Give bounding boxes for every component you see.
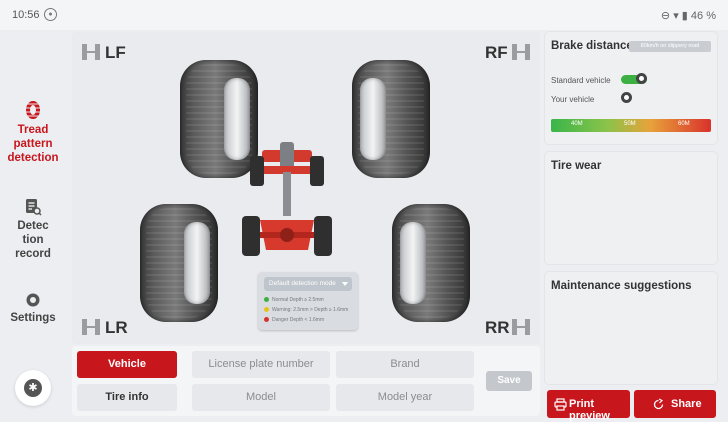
clock: 10:56 (12, 9, 40, 21)
red-dot-icon (264, 317, 269, 323)
sidebar-item-label: Detec tion record (15, 220, 51, 260)
tire-rr[interactable] (392, 204, 470, 322)
model-field[interactable]: Model (192, 384, 330, 411)
sidebar-item-settings[interactable]: Settings (0, 292, 66, 325)
status-bar: 10:56 ● ⊖ ▾ ▮ 46 % (0, 0, 728, 30)
battery-level: 46 % (690, 10, 716, 22)
share-button[interactable]: Share (634, 390, 716, 418)
record-icon (26, 199, 42, 216)
sidebar: Tread pattern detection Detec tion recor… (0, 30, 66, 421)
model-year-field[interactable]: Model year (336, 384, 474, 411)
wheel-label-lf: LF (105, 43, 126, 62)
sidebar-item-detection-record[interactable]: Detec tion record (0, 198, 66, 261)
tab-tire-info[interactable]: Tire info (77, 384, 177, 411)
detection-mode-select[interactable]: Default detection mode (264, 277, 352, 291)
status-icons: ⊖ ▾ ▮ 46 % (661, 9, 716, 22)
chassis-illustration (242, 142, 332, 256)
tire-lr[interactable] (140, 204, 218, 322)
vehicle-info-bar: Vehicle information Tire info License pl… (72, 346, 540, 416)
tab-vehicle-information[interactable]: Vehicle information (77, 351, 177, 397)
brake-distance-scale: 40M 50M 60M (551, 119, 711, 132)
print-preview-button[interactable]: Print preview (547, 390, 630, 422)
scale-40m: 40M (571, 121, 583, 127)
yellow-dot-icon (264, 307, 269, 313)
save-button[interactable]: Save (486, 371, 532, 391)
your-vehicle-toggle[interactable] (621, 92, 647, 103)
scale-50m: 50M (624, 121, 636, 127)
green-dot-icon (264, 297, 269, 303)
bluetooth-icon: ✱ (24, 379, 42, 397)
license-plate-field[interactable]: License plate number (192, 351, 330, 378)
wheel-icon-rf (512, 44, 530, 60)
tire-rf[interactable] (352, 60, 430, 178)
standard-vehicle-toggle[interactable] (621, 73, 647, 84)
wheel-label-lr: LR (105, 318, 128, 337)
wheel-icon-rr (512, 319, 530, 335)
scale-60m: 60M (678, 121, 690, 127)
brake-distance-panel: Brake distance 80km/h on slippery road S… (545, 32, 717, 144)
maintenance-title: Maintenance suggestions (551, 280, 692, 292)
dnd-icon: ⊖ (660, 10, 671, 22)
vehicle-stage: LF RF LR RR Default detection mode Norma… (72, 32, 540, 344)
gear-icon (26, 293, 40, 307)
bluetooth-button[interactable]: ✱ (15, 370, 51, 406)
print-preview-label: Print preview (569, 398, 610, 422)
sidebar-item-tread-detection[interactable]: Tread pattern detection (0, 100, 66, 165)
tire-icon (26, 101, 40, 119)
printer-icon (554, 398, 567, 411)
wheel-icon-lf (82, 44, 100, 60)
notification-icon: ● (44, 8, 57, 21)
wheel-label-rf: RF (485, 43, 508, 62)
brake-condition-badge: 80km/h on slippery road (629, 41, 711, 52)
brand-field[interactable]: Brand (336, 351, 474, 378)
tire-wear-title: Tire wear (551, 160, 602, 172)
standard-vehicle-label: Standard vehicle (551, 76, 611, 85)
legend-warning: Warning: 2.5mm > Depth ≥ 1.6mm (264, 307, 348, 313)
sidebar-item-label: Settings (10, 312, 56, 324)
battery-icon: ▮ (681, 10, 688, 22)
tire-wear-panel: Tire wear (545, 152, 717, 264)
your-vehicle-label: Your vehicle (551, 95, 595, 104)
maintenance-panel: Maintenance suggestions (545, 272, 717, 384)
wheel-icon-lr (82, 319, 100, 335)
legend-danger: Danger Depth < 1.6mm (264, 317, 324, 323)
share-label: Share (671, 398, 702, 410)
wheel-label-rr: RR (485, 318, 510, 337)
wifi-icon: ▾ (673, 10, 679, 22)
chevron-down-icon (342, 282, 348, 286)
detection-mode-card: Default detection mode Normal Depth ≥ 2.… (258, 272, 358, 330)
share-icon (653, 398, 664, 410)
sidebar-item-label: Tread pattern detection (7, 124, 59, 164)
brake-distance-title: Brake distance (551, 40, 633, 52)
legend-normal: Normal Depth ≥ 2.5mm (264, 297, 324, 303)
